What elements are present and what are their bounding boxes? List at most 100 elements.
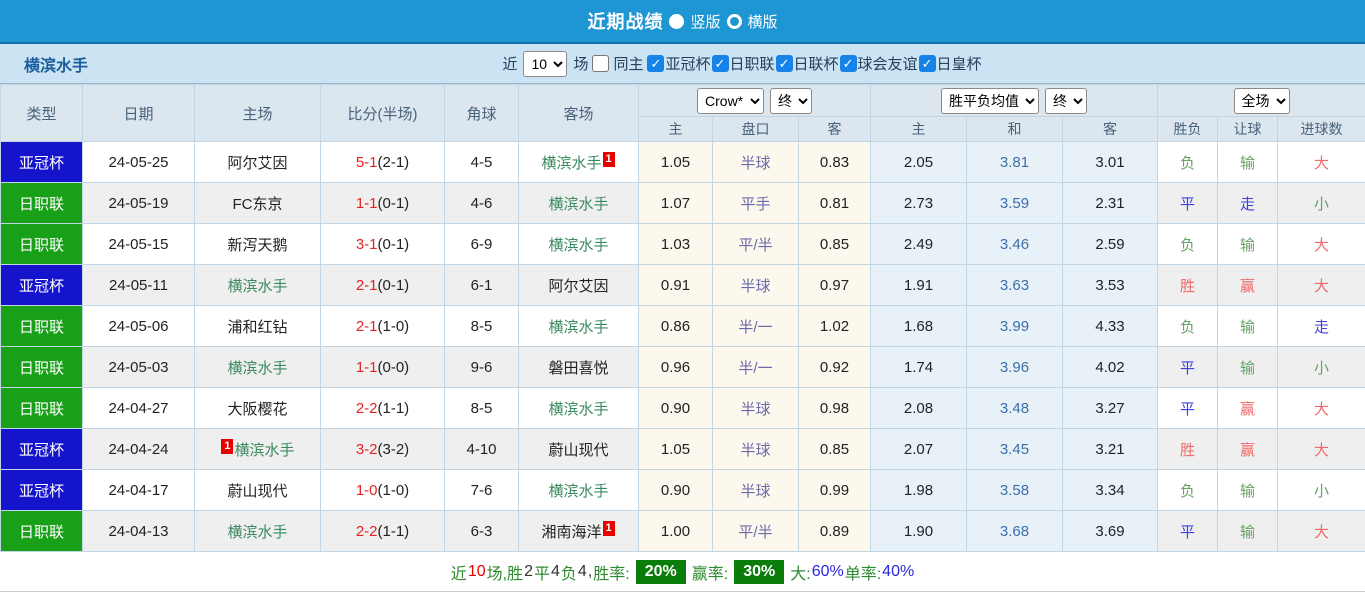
match-row: 日职联24-04-13横滨水手2-2(1-1)6-3湘南海洋11.00平/半0.… — [1, 511, 1365, 552]
home-team-cell: 横滨水手 — [195, 347, 321, 388]
result-goals: 小 — [1278, 470, 1365, 511]
league-label-4: 日皇杯 — [937, 53, 982, 74]
eu-home-odds: 1.98 — [871, 470, 967, 511]
ah-line: 半球 — [713, 265, 799, 306]
ah-home-odds: 0.90 — [639, 470, 713, 511]
eu-draw-odds: 3.63 — [967, 265, 1063, 306]
eu-home-odds: 1.91 — [871, 265, 967, 306]
result-wdl: 胜 — [1158, 429, 1218, 470]
ah-line: 半球 — [713, 388, 799, 429]
score-cell: 5-1(2-1) — [321, 142, 445, 183]
eu-draw-odds: 3.48 — [967, 388, 1063, 429]
match-row: 日职联24-05-06浦和红钻2-1(1-0)8-5横滨水手0.86半/一1.0… — [1, 306, 1365, 347]
corner-cell: 7-6 — [445, 470, 519, 511]
result-goals: 小 — [1278, 183, 1365, 224]
summary-text: 40% — [882, 563, 914, 581]
home-team-cell: 横滨水手 — [195, 265, 321, 306]
red-card-badge: 1 — [221, 439, 233, 454]
match-row: 日职联24-04-27大阪樱花2-2(1-1)8-5横滨水手0.90半球0.98… — [1, 388, 1365, 429]
eu-away-odds: 3.53 — [1063, 265, 1158, 306]
layout-horizontal-label[interactable]: 横版 — [748, 11, 778, 32]
score-cell: 3-1(0-1) — [321, 224, 445, 265]
date-cell: 24-04-17 — [83, 470, 195, 511]
result-goals: 大 — [1278, 224, 1365, 265]
corner-cell: 6-3 — [445, 511, 519, 552]
eu-home-odds: 2.08 — [871, 388, 967, 429]
eu-draw-odds: 3.81 — [967, 142, 1063, 183]
league-label-1: 日职联 — [730, 53, 775, 74]
corner-cell: 4-10 — [445, 429, 519, 470]
result-goals: 大 — [1278, 265, 1365, 306]
same-home-checkbox[interactable] — [592, 55, 609, 72]
league-checkbox-0[interactable]: ✓ — [647, 55, 664, 72]
league-checkbox-4[interactable]: ✓ — [919, 55, 936, 72]
results-table: 类型 日期 主场 比分(半场) 角球 客场 Crow*终 胜平负均值终 全场 主… — [0, 84, 1365, 552]
euro-time-select[interactable]: 终 — [1045, 88, 1087, 114]
home-team-cell: 大阪樱花 — [195, 388, 321, 429]
ah-home-odds: 1.05 — [639, 429, 713, 470]
match-row: 亚冠杯24-04-241横滨水手3-2(3-2)4-10蔚山现代1.05半球0.… — [1, 429, 1365, 470]
home-team-cell: 浦和红钻 — [195, 306, 321, 347]
away-team-cell: 横滨水手 — [519, 388, 639, 429]
league-label-2: 日联杯 — [794, 53, 839, 74]
away-team-cell: 磐田喜悦 — [519, 347, 639, 388]
result-goals: 大 — [1278, 429, 1365, 470]
league-filters: ✓亚冠杯✓日职联✓日联杯✓球会友谊✓日皇杯 — [647, 53, 982, 74]
result-goals: 大 — [1278, 511, 1365, 552]
eu-draw-odds: 3.99 — [967, 306, 1063, 347]
score-cell: 1-1(0-1) — [321, 183, 445, 224]
subcol-5: 客 — [1063, 117, 1158, 142]
layout-vertical-radio[interactable] — [669, 14, 684, 29]
ah-away-odds: 1.02 — [799, 306, 871, 347]
home-team-cell: 1横滨水手 — [195, 429, 321, 470]
ah-line: 半/一 — [713, 347, 799, 388]
home-team-cell: 蔚山现代 — [195, 470, 321, 511]
subcol-1: 盘口 — [713, 117, 799, 142]
rate-badge: 30% — [734, 560, 784, 584]
result-handicap: 输 — [1218, 142, 1278, 183]
eu-draw-odds: 3.46 — [967, 224, 1063, 265]
team-name: 横滨水手 — [24, 44, 88, 83]
league-checkbox-3[interactable]: ✓ — [840, 55, 857, 72]
eu-away-odds: 2.31 — [1063, 183, 1158, 224]
ah-line: 半/一 — [713, 306, 799, 347]
eu-home-odds: 1.68 — [871, 306, 967, 347]
score-cell: 2-1(1-0) — [321, 306, 445, 347]
result-wdl: 平 — [1158, 388, 1218, 429]
away-team-cell: 横滨水手 — [519, 183, 639, 224]
recent-count-select[interactable]: 10 — [523, 51, 567, 77]
score-cell: 3-2(3-2) — [321, 429, 445, 470]
summary-text: 胜率: — [593, 560, 629, 584]
league-cell: 亚冠杯 — [1, 265, 83, 306]
ah-line: 平/半 — [713, 224, 799, 265]
result-scope-header: 全场 — [1158, 85, 1365, 117]
score-cell: 2-2(1-1) — [321, 388, 445, 429]
summary-text: 单率: — [845, 560, 881, 584]
league-checkbox-2[interactable]: ✓ — [776, 55, 793, 72]
ah-line: 平手 — [713, 183, 799, 224]
league-checkbox-1[interactable]: ✓ — [712, 55, 729, 72]
eu-draw-odds: 3.58 — [967, 470, 1063, 511]
scope-select[interactable]: 全场 — [1234, 88, 1290, 114]
summary-text: 4 — [551, 563, 560, 581]
handicap-company-select[interactable]: Crow* — [697, 88, 764, 114]
away-team-cell: 横滨水手 — [519, 470, 639, 511]
corner-cell: 6-1 — [445, 265, 519, 306]
same-home-label: 同主 — [613, 53, 643, 74]
eu-home-odds: 1.74 — [871, 347, 967, 388]
result-goals: 走 — [1278, 306, 1365, 347]
result-handicap: 走 — [1218, 183, 1278, 224]
match-row: 日职联24-05-03横滨水手1-1(0-0)9-6磐田喜悦0.96半/一0.9… — [1, 347, 1365, 388]
league-cell: 日职联 — [1, 347, 83, 388]
eu-draw-odds: 3.45 — [967, 429, 1063, 470]
score-cell: 1-0(1-0) — [321, 470, 445, 511]
handicap-time-select[interactable]: 终 — [770, 88, 812, 114]
ah-away-odds: 0.85 — [799, 224, 871, 265]
layout-vertical-label[interactable]: 竖版 — [690, 11, 720, 32]
eu-away-odds: 3.69 — [1063, 511, 1158, 552]
score-cell: 2-2(1-1) — [321, 511, 445, 552]
ah-away-odds: 0.99 — [799, 470, 871, 511]
layout-horizontal-radio[interactable] — [727, 14, 742, 29]
euro-odds-select[interactable]: 胜平负均值 — [941, 88, 1039, 114]
summary-text: 场,胜 — [487, 560, 523, 584]
